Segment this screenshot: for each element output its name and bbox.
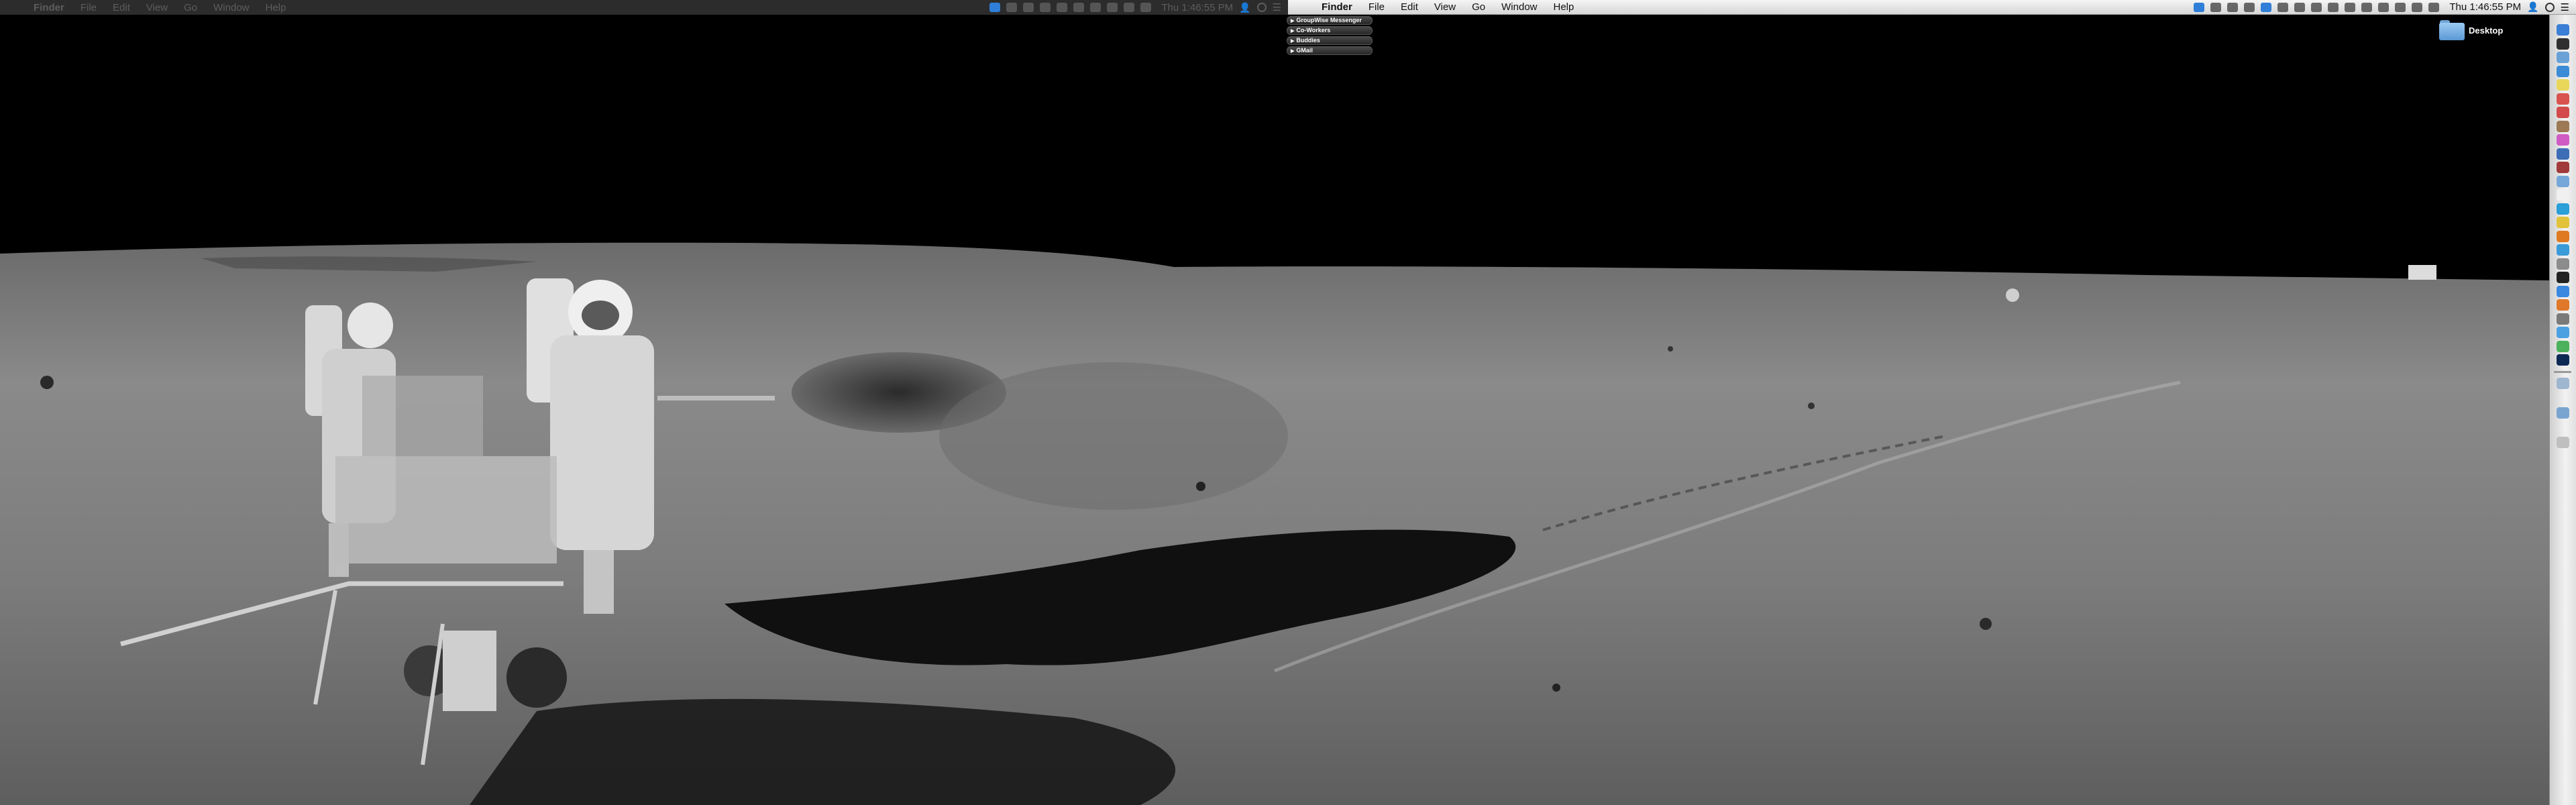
disclosure-triangle-icon: ▶ xyxy=(1291,39,1295,44)
menu-view[interactable]: View xyxy=(1426,1,1464,13)
notification-list-icon[interactable]: ☰ xyxy=(1273,1,1281,13)
spotlight-icon[interactable] xyxy=(1256,3,1267,12)
terminal-icon[interactable] xyxy=(2557,272,2569,283)
wifi-icon[interactable] xyxy=(2395,2,2406,12)
battery-icon[interactable] xyxy=(2328,2,2339,12)
dashboard-icon[interactable] xyxy=(2557,38,2569,50)
utilities-icon[interactable] xyxy=(2557,313,2569,325)
finder-icon[interactable] xyxy=(2557,24,2569,36)
status-app-icon[interactable] xyxy=(1023,3,1034,12)
lock-icon[interactable] xyxy=(2311,2,2322,12)
menu-help[interactable]: Help xyxy=(1546,1,1582,13)
app-store-icon[interactable] xyxy=(2557,285,2569,297)
menubar-clock[interactable]: Thu 1:46:55 PM xyxy=(1161,2,1233,13)
status-app-icon[interactable] xyxy=(2244,2,2255,12)
status-app-icon[interactable] xyxy=(2194,2,2205,12)
spotlight-icon[interactable] xyxy=(2544,2,2555,12)
status-app-icon[interactable] xyxy=(2261,2,2272,12)
distant-lander xyxy=(2408,265,2436,280)
contacts-icon[interactable] xyxy=(2557,120,2569,132)
buddy-group-label: Co-Workers xyxy=(1296,27,1331,34)
menu-edit[interactable]: Edit xyxy=(105,2,138,13)
menu-help[interactable]: Help xyxy=(258,2,294,13)
volume-icon[interactable] xyxy=(1090,3,1102,12)
safari-icon[interactable] xyxy=(2557,65,2569,77)
status-app-icon[interactable] xyxy=(2210,2,2222,12)
status-app-icon[interactable] xyxy=(2294,2,2306,12)
notes-icon[interactable] xyxy=(2557,79,2569,91)
dock xyxy=(2549,15,2576,805)
xcode-icon[interactable] xyxy=(2557,327,2569,338)
dock-separator xyxy=(2554,370,2571,373)
battery-icon[interactable] xyxy=(1073,3,1085,12)
menu-extras-right: Thu 1:46:55 PM 👤 ☰ xyxy=(2194,1,2576,13)
eject-icon[interactable] xyxy=(2345,2,2356,12)
user-icon[interactable]: 👤 xyxy=(1239,2,1250,13)
disclosure-triangle-icon: ▶ xyxy=(1291,19,1295,23)
disclosure-triangle-icon: ▶ xyxy=(1291,29,1295,34)
menu-go[interactable]: Go xyxy=(176,2,205,13)
status-app-icon[interactable] xyxy=(1006,3,1018,12)
menu-edit[interactable]: Edit xyxy=(1393,1,1426,13)
user-icon[interactable]: 👤 xyxy=(2527,1,2538,13)
menu-window[interactable]: Window xyxy=(1493,1,1545,13)
volume-icon[interactable] xyxy=(2378,2,2390,12)
status-app-icon[interactable] xyxy=(989,3,1001,12)
buddy-group-gmail[interactable]: ▶ GMail xyxy=(1287,46,1373,55)
documents-icon[interactable] xyxy=(2557,377,2569,389)
desktop-folder-label: Desktop xyxy=(2469,25,2504,36)
bluetooth-icon[interactable] xyxy=(2412,2,2423,12)
menubar-clock[interactable]: Thu 1:46:55 PM xyxy=(2449,1,2521,13)
menu-finder[interactable]: Finder xyxy=(1313,1,1360,13)
ical-icon[interactable] xyxy=(2557,107,2569,118)
menu-go[interactable]: Go xyxy=(1464,1,1493,13)
status-app-icon[interactable] xyxy=(2277,2,2289,12)
calendar-icon[interactable] xyxy=(2557,93,2569,105)
notification-list-icon[interactable]: ☰ xyxy=(2561,1,2569,13)
textedit-icon[interactable] xyxy=(2557,189,2569,201)
menu-view[interactable]: View xyxy=(138,2,176,13)
menu-finder[interactable]: Finder xyxy=(25,2,72,13)
buddy-group-coworkers[interactable]: ▶ Co-Workers xyxy=(1287,26,1373,35)
display-icon[interactable] xyxy=(2428,2,2440,12)
firefox-icon[interactable] xyxy=(2557,230,2569,242)
messages-icon[interactable] xyxy=(2557,244,2569,256)
disclosure-triangle-icon: ▶ xyxy=(1291,49,1295,54)
iphoto-icon[interactable] xyxy=(2557,148,2569,160)
photobooth-icon[interactable] xyxy=(2557,162,2569,173)
buddy-group-groupwise[interactable]: ▶ GroupWise Messenger xyxy=(1287,16,1373,25)
menubar-left: Finder File Edit View Go Window Help Thu… xyxy=(0,0,1288,15)
system-preferences-icon[interactable] xyxy=(2557,258,2569,270)
skype-icon[interactable] xyxy=(2557,203,2569,215)
menu-extras-left: Thu 1:46:55 PM 👤 ☰ xyxy=(989,1,1288,13)
coda-icon[interactable] xyxy=(2557,340,2569,352)
folder-icon xyxy=(2439,20,2465,40)
buddy-list-widget: ▶ GroupWise Messenger ▶ Co-Workers ▶ Buddie… xyxy=(1287,16,1373,56)
time-machine-icon[interactable] xyxy=(1107,3,1118,12)
vlc-icon[interactable] xyxy=(2557,299,2569,311)
bluetooth-icon[interactable] xyxy=(1140,3,1152,12)
menubar-right: Finder File Edit View Go Window Help Thu… xyxy=(1288,0,2576,15)
preview-icon[interactable] xyxy=(2557,175,2569,187)
time-machine-icon[interactable] xyxy=(2361,2,2373,12)
wifi-icon[interactable] xyxy=(1124,3,1135,12)
desktop-folder[interactable]: Desktop xyxy=(2439,20,2503,40)
buddy-group-label: GMail xyxy=(1296,47,1313,54)
buddy-group-buddies[interactable]: ▶ Buddies xyxy=(1287,36,1373,45)
chrome-icon[interactable] xyxy=(2557,217,2569,228)
status-app-icon[interactable] xyxy=(1040,3,1051,12)
buddy-group-label: Buddies xyxy=(1296,37,1320,44)
menu-file[interactable]: File xyxy=(72,2,105,13)
photoshop-icon[interactable] xyxy=(2557,354,2569,366)
mail-icon[interactable] xyxy=(2557,52,2569,63)
buddy-group-label: GroupWise Messenger xyxy=(1296,17,1362,23)
downloads-icon[interactable] xyxy=(2557,407,2569,419)
menu-window[interactable]: Window xyxy=(205,2,257,13)
moon-wallpaper xyxy=(0,0,2576,805)
status-app-icon[interactable] xyxy=(2227,2,2239,12)
itunes-icon[interactable] xyxy=(2557,134,2569,146)
trash-icon[interactable] xyxy=(2557,436,2569,448)
menu-file[interactable]: File xyxy=(1360,1,1393,13)
status-app-icon[interactable] xyxy=(1057,3,1068,12)
